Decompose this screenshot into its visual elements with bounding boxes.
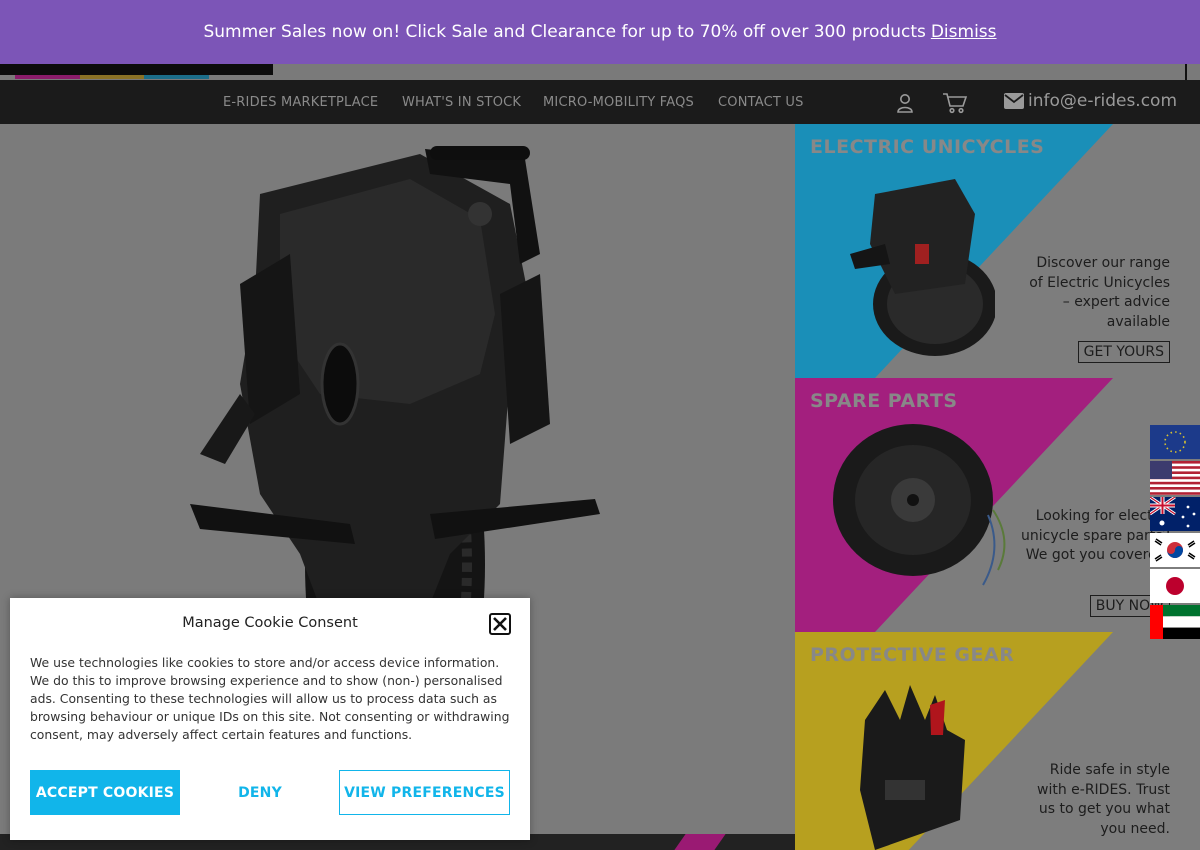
eu-flag[interactable] [1150,425,1200,459]
promo-text: Summer Sales now on! Click Sale and Clea… [203,22,926,42]
cookie-body: We use technologies like cookies to stor… [30,655,510,742]
panel-title: PROTECTIVE GEAR [810,644,1015,666]
panel-description: Discover our range of Electric Unicycles… [1029,255,1170,330]
logo-strip [0,64,1200,80]
category-panel-spare-parts[interactable]: SPARE PARTS Looking for electric unicycl… [795,378,1200,632]
glove-product-image [860,685,965,850]
get-yours-button[interactable]: GET YOURS [1077,341,1170,363]
panel-title: ELECTRIC UNICYCLES [810,136,1045,158]
nav-item-contact[interactable]: CONTACT US [718,95,804,110]
envelope-icon [1004,93,1024,109]
accept-cookies-button[interactable]: ACCEPT COOKIES [30,770,180,815]
panel-title: SPARE PARTS [810,390,958,412]
cookie-title: Manage Cookie Consent [182,615,358,631]
category-panel-unicycles[interactable]: ELECTRIC UNICYCLES Discover our range of… [795,124,1200,378]
deny-button[interactable]: DENY [190,770,330,815]
close-icon [493,617,507,631]
kr-flag[interactable] [1150,533,1200,567]
us-flag[interactable] [1150,461,1200,495]
main-nav: E-RIDES MARKETPLACE WHAT'S IN STOCK MICR… [0,80,1200,124]
view-preferences-button[interactable]: VIEW PREFERENCES [339,770,510,815]
category-panel-protective-gear[interactable]: PROTECTIVE GEAR Ride safe in style with … [795,632,1200,850]
cart-icon[interactable] [942,92,968,114]
close-button[interactable] [489,613,511,635]
nav-item-marketplace[interactable]: E-RIDES MARKETPLACE [223,95,378,110]
email-link[interactable]: info@e-rides.com [1004,91,1177,111]
brand-stripe-magenta [15,75,80,79]
cookie-consent-dialog: Manage Cookie Consent We use technologie… [10,598,530,840]
email-address: info@e-rides.com [1028,91,1178,111]
ae-flag[interactable] [1150,605,1200,639]
panel-description: Looking for electric unicycle spare part… [1021,508,1170,563]
accent-stripe [674,834,726,850]
wheel-product-image [833,424,1006,586]
brand-stripe-blue [144,75,209,79]
brand-stripe-yellow [80,75,144,79]
user-icon[interactable] [894,92,916,114]
panel-description: Ride safe in style with e-RIDES. Trust u… [1037,762,1170,837]
jp-flag[interactable] [1150,569,1200,603]
dismiss-link[interactable]: Dismiss [931,22,997,42]
promo-banner: Summer Sales now on! Click Sale and Clea… [0,0,1200,64]
nav-item-in-stock[interactable]: WHAT'S IN STOCK [402,95,521,110]
nav-item-faqs[interactable]: MICRO-MOBILITY FAQS [543,95,694,110]
unicycle-product-image [850,179,995,356]
divider [1185,64,1187,80]
logo-area[interactable] [0,64,273,75]
au-flag[interactable] [1150,497,1200,531]
